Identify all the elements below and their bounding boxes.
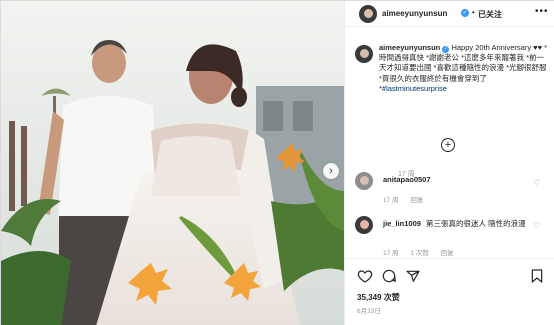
comment-likes-count[interactable]: 1 次赞 [410, 250, 428, 257]
post-side-panel: aimeeyunyunsun ✓ • 已关注 ••• aimeeyunyunsu… [344, 1, 554, 325]
post-photo[interactable]: › [1, 1, 344, 325]
comment-meta: 17 周 回复 [383, 194, 433, 204]
likes-count[interactable]: 35,349 次赞 [357, 292, 400, 303]
post-caption: aimeeyunyunsun ✓ Happy 20th Anniversary … [355, 43, 550, 178]
verified-badge-icon: ✓ [461, 9, 469, 17]
comment-body: 第三張真的很迷人 隨性的浪漫 [426, 219, 526, 228]
comment-time: 17 周 [383, 197, 399, 204]
comment-item: jie_lin1009 第三張真的很迷人 隨性的浪漫 17 周 1 次赞 回复 … [355, 216, 550, 257]
comment-like-heart-icon[interactable]: ♡ [533, 178, 540, 187]
comment-time: 17 周 [383, 250, 399, 257]
comment-item: anitapao0507 17 周 回复 ♡ [355, 172, 550, 206]
caption-username[interactable]: aimeeyunyunsun [379, 43, 440, 52]
comment-icon[interactable] [381, 268, 397, 284]
comment-text: anitapao0507 [383, 175, 533, 185]
comment-like-heart-icon[interactable]: ♡ [533, 221, 540, 230]
comment-reply-button[interactable]: 回复 [441, 250, 454, 257]
follow-status-button[interactable]: 已关注 [478, 9, 502, 20]
caption-line-2: *這麼多年來寵著我 [461, 53, 525, 63]
chevron-right-icon: › [329, 164, 333, 177]
load-more-comments-button[interactable]: + [441, 138, 455, 152]
commenter-avatar[interactable] [355, 172, 373, 190]
photo-illustration [1, 1, 344, 325]
commenter-avatar[interactable] [355, 216, 373, 234]
actions-divider [345, 258, 554, 259]
author-avatar[interactable] [359, 5, 377, 23]
post-header: aimeeyunyunsun ✓ • 已关注 ••• [345, 1, 554, 27]
header-separator: • [472, 8, 475, 17]
bookmark-icon[interactable] [529, 268, 545, 284]
verified-badge-icon: ✓ [442, 46, 450, 53]
more-options-icon[interactable]: ••• [535, 6, 549, 17]
comment-meta: 17 周 1 次赞 回复 [383, 247, 464, 257]
instagram-post: › aimeeyunyunsun ✓ • 已关注 ••• aimeeyunyun… [0, 0, 554, 325]
commenter-username[interactable]: anitapao0507 [383, 175, 431, 184]
caption-author-avatar[interactable] [355, 45, 373, 63]
share-icon[interactable] [405, 268, 421, 284]
comment-reply-button[interactable]: 回复 [410, 197, 423, 204]
commenter-username[interactable]: jie_lin1009 [383, 219, 421, 228]
author-username[interactable]: aimeeyunyunsun [382, 9, 447, 18]
post-date[interactable]: 6月23日 [357, 305, 381, 315]
caption-hashtag[interactable]: *#lastminutesurprise [379, 84, 447, 93]
next-photo-button[interactable]: › [323, 163, 339, 179]
heart-icon[interactable] [357, 268, 373, 284]
caption-text: aimeeyunyunsun ✓ Happy 20th Anniversary … [379, 43, 550, 94]
comment-text: jie_lin1009 第三張真的很迷人 隨性的浪漫 [383, 219, 533, 229]
